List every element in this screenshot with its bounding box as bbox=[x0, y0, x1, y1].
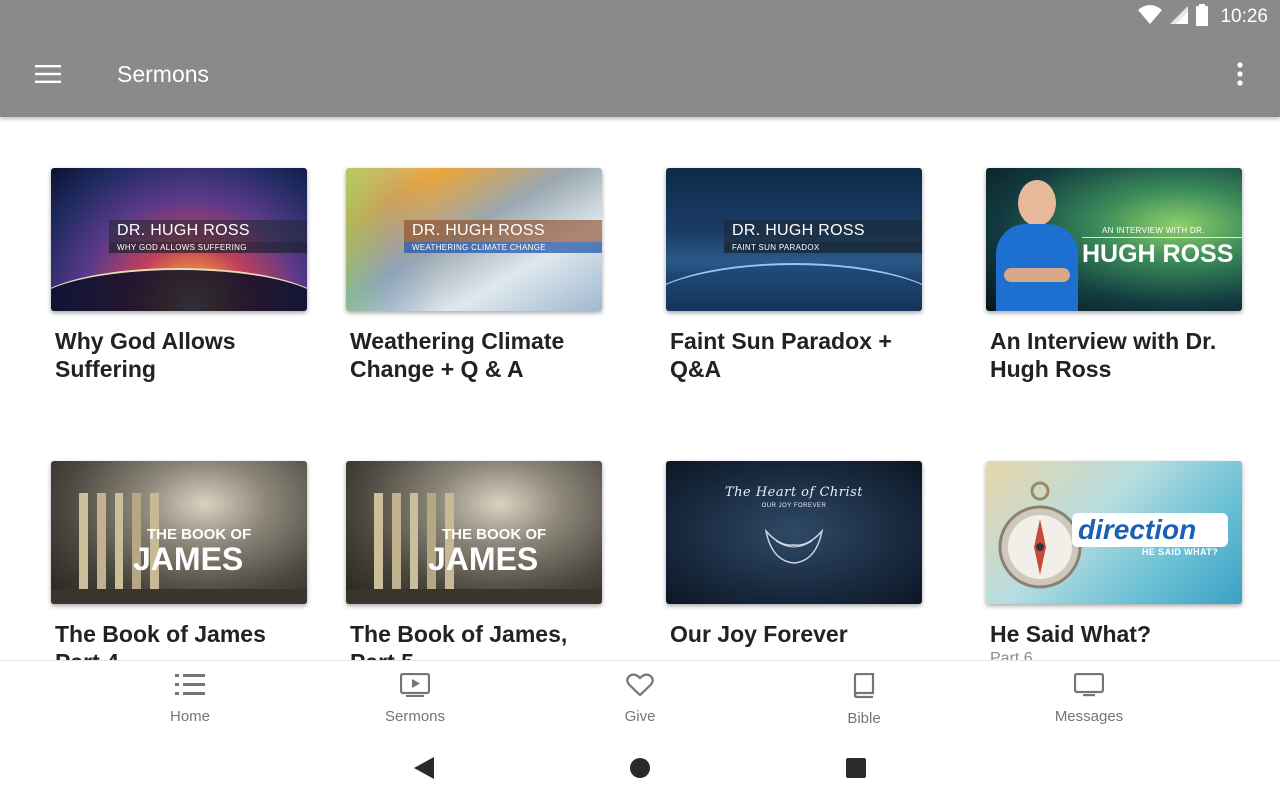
thumbnail-title: DR. HUGH ROSS bbox=[404, 220, 602, 242]
sermon-thumbnail: DR. HUGH ROSS WHY GOD ALLOWS SUFFERING bbox=[51, 168, 307, 311]
thumbnail-title: The Heart of Christ bbox=[724, 485, 864, 500]
nav-item-home[interactable]: Home bbox=[130, 673, 250, 725]
nav-item-bible[interactable]: Bible bbox=[804, 672, 924, 727]
thumbnail-subtitle: AN INTERVIEW WITH DR. bbox=[1102, 226, 1205, 235]
menu-button[interactable] bbox=[28, 56, 68, 96]
app-screen: 10:26 Sermons DR. HUGH ROSS WHY GOD ALLO… bbox=[0, 0, 1280, 800]
book-icon bbox=[852, 672, 876, 704]
compass-icon bbox=[998, 481, 1082, 604]
sermon-title: Why God Allows Suffering bbox=[55, 328, 236, 382]
home-circle-icon bbox=[629, 757, 651, 784]
nav-item-sermons[interactable]: Sermons bbox=[355, 672, 475, 725]
sermon-card[interactable]: AN INTERVIEW WITH DR. HUGH ROSS An Inter… bbox=[986, 168, 1242, 383]
thumbnail-subtitle: WHY GOD ALLOWS SUFFERING bbox=[109, 242, 307, 253]
sermon-card[interactable]: The Heart of Christ OUR JOY FOREVER Our … bbox=[666, 461, 922, 648]
sermon-thumbnail: THE BOOK OF JAMES bbox=[346, 461, 602, 604]
back-triangle-icon bbox=[414, 756, 434, 784]
recents-square-icon bbox=[846, 757, 866, 783]
list-icon bbox=[175, 673, 205, 702]
recents-button[interactable] bbox=[842, 756, 870, 784]
cupped-hands-icon bbox=[762, 523, 826, 572]
thumbnail-title: DR. HUGH ROSS bbox=[724, 220, 922, 242]
sermon-thumbnail: direction HE SAID WHAT? bbox=[986, 461, 1242, 604]
sermon-thumbnail: THE BOOK OF JAMES bbox=[51, 461, 307, 604]
sermon-card[interactable]: DR. HUGH ROSS FAINT SUN PARADOX Faint Su… bbox=[666, 168, 922, 383]
signal-icon bbox=[1170, 5, 1189, 29]
sermon-card[interactable]: DR. HUGH ROSS WHY GOD ALLOWS SUFFERING W… bbox=[51, 168, 307, 383]
sermon-card[interactable]: direction HE SAID WHAT? He Said What? Pa… bbox=[986, 461, 1242, 660]
sermon-card[interactable]: THE BOOK OF JAMES The Book of James, Par… bbox=[346, 461, 602, 660]
wifi-icon bbox=[1138, 4, 1163, 30]
nav-label: Give bbox=[624, 708, 656, 725]
page-title: Sermons bbox=[117, 61, 210, 87]
bottom-navigation: Home Sermons Give Bible Messages bbox=[0, 660, 1280, 740]
sermon-thumbnail: DR. HUGH ROSS FAINT SUN PARADOX bbox=[666, 168, 922, 311]
sermon-subtitle: Part 6 bbox=[990, 650, 1033, 660]
nav-label: Home bbox=[169, 708, 210, 725]
heart-icon bbox=[626, 673, 654, 702]
monitor-icon bbox=[1073, 672, 1105, 702]
more-options-button[interactable] bbox=[1220, 56, 1260, 96]
thumbnail-subtitle: HE SAID WHAT? bbox=[1141, 547, 1218, 557]
nav-item-give[interactable]: Give bbox=[580, 673, 700, 725]
thumbnail-title: DR. HUGH ROSS bbox=[109, 220, 307, 242]
thumbnail-subtitle: FAINT SUN PARADOX bbox=[724, 242, 922, 253]
sermon-thumbnail: DR. HUGH ROSS WEATHERING CLIMATE CHANGE bbox=[346, 168, 602, 311]
sermon-title: The Book of James, Part 5 bbox=[350, 621, 568, 660]
sermon-title: Faint Sun Paradox + Q&A bbox=[670, 328, 892, 382]
thumbnail-title: JAMES bbox=[428, 541, 539, 577]
status-bar: 10:26 bbox=[1138, 3, 1268, 31]
thumbnail-title: JAMES bbox=[133, 541, 244, 577]
nav-label: Bible bbox=[847, 710, 881, 727]
sermon-title: An Interview with Dr. Hugh Ross bbox=[990, 328, 1217, 382]
sermon-title: The Book of James Part 4 bbox=[55, 621, 266, 660]
sermon-card[interactable]: DR. HUGH ROSS WEATHERING CLIMATE CHANGE … bbox=[346, 168, 602, 383]
video-icon bbox=[399, 672, 431, 702]
more-vert-icon bbox=[1237, 61, 1243, 91]
sermon-card[interactable]: THE BOOK OF JAMES The Book of James Part… bbox=[51, 461, 307, 660]
nav-label: Messages bbox=[1054, 708, 1124, 725]
thumbnail-subtitle: WEATHERING CLIMATE CHANGE bbox=[404, 242, 602, 253]
hamburger-icon bbox=[35, 64, 61, 88]
sermon-grid: DR. HUGH ROSS WHY GOD ALLOWS SUFFERING W… bbox=[0, 117, 1280, 660]
back-button[interactable] bbox=[410, 756, 438, 784]
sermon-title: Weathering Climate Change + Q & A bbox=[350, 328, 565, 382]
battery-icon bbox=[1196, 3, 1209, 31]
sermon-thumbnail: The Heart of Christ OUR JOY FOREVER bbox=[666, 461, 922, 604]
nav-label: Sermons bbox=[384, 708, 446, 725]
speaker-portrait bbox=[996, 176, 1078, 311]
sermon-title: Our Joy Forever bbox=[670, 621, 848, 647]
nav-item-messages[interactable]: Messages bbox=[1029, 672, 1149, 725]
sermon-thumbnail: AN INTERVIEW WITH DR. HUGH ROSS bbox=[986, 168, 1242, 311]
status-time: 10:26 bbox=[1220, 6, 1268, 27]
app-bar: 10:26 Sermons bbox=[0, 0, 1280, 117]
home-button[interactable] bbox=[626, 756, 654, 784]
thumbnail-title: direction bbox=[1078, 514, 1197, 545]
thumbnail-subtitle: OUR JOY FOREVER bbox=[761, 503, 827, 509]
system-navigation-bar bbox=[0, 740, 1280, 800]
sermon-title: He Said What? bbox=[990, 621, 1152, 647]
thumbnail-title: HUGH ROSS bbox=[1082, 237, 1242, 269]
